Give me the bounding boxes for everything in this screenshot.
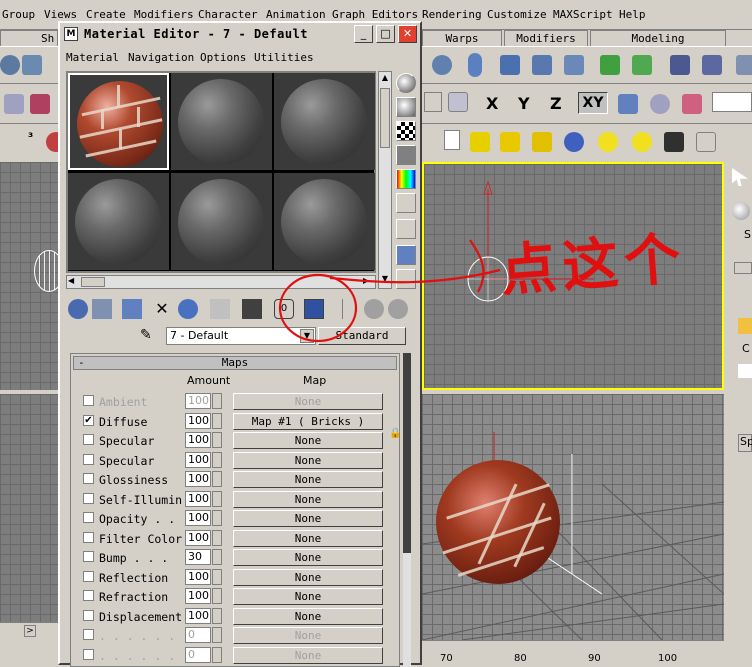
annotation-text: 点这个	[498, 225, 689, 305]
red-annotation	[278, 239, 501, 343]
